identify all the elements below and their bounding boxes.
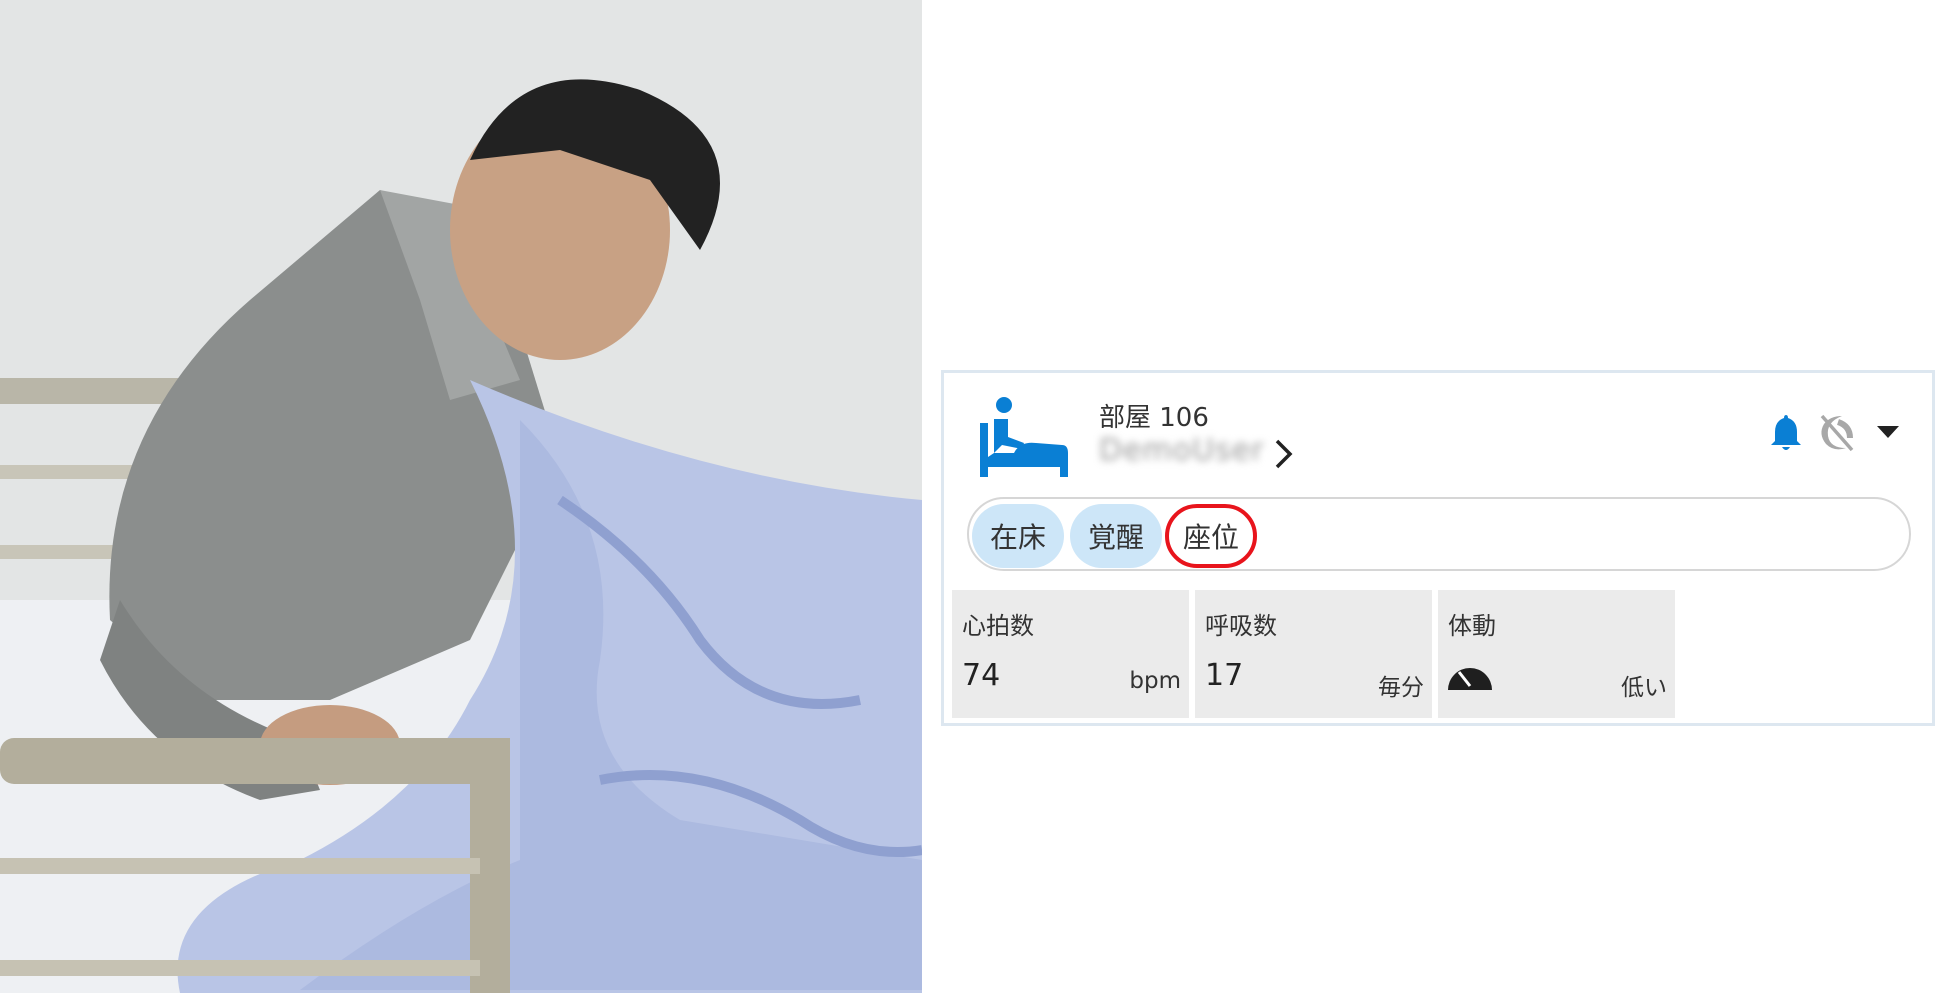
metric-heart-rate: 心拍数 74 bpm [952,590,1189,718]
metric-unit: 低い [1621,675,1667,701]
status-chip-label: 覚醒 [1087,521,1144,554]
status-chip-in-bed: 在床 [972,504,1064,568]
room-label: 部屋 106 [1099,403,1209,433]
card-header: 部屋 106 DemoUser [944,373,1932,491]
status-chip-bar: 在床 覚醒 座位 [967,497,1911,571]
metric-unit: bpm [1129,668,1181,694]
status-chip-sitting: 座位 [1165,504,1257,568]
gauge-icon [1448,668,1492,690]
metric-body-movement: 体動 低い [1438,590,1675,718]
metric-label: 心拍数 [962,612,1034,640]
bell-icon[interactable] [1770,413,1802,453]
metric-label: 呼吸数 [1205,612,1277,640]
patient-photo [0,0,922,993]
person-in-bed-icon [980,397,1068,477]
patient-status-card: 部屋 106 DemoUser 在床 覚醒 座位 心拍数 74 bpm 呼吸数 … [941,370,1935,726]
user-name: DemoUser [1099,433,1265,468]
moon-off-icon[interactable] [1816,412,1856,452]
metric-label: 体動 [1448,612,1496,640]
metric-unit: 毎分 [1378,675,1424,701]
metric-value: 74 [962,658,1001,693]
status-chip-label: 在床 [989,521,1046,554]
status-chip-label: 座位 [1182,521,1239,554]
chevron-right-icon[interactable] [1272,437,1296,471]
metric-respiration: 呼吸数 17 毎分 [1195,590,1432,718]
status-chip-awake: 覚醒 [1070,504,1162,568]
metric-value: 17 [1205,658,1244,693]
caret-down-icon[interactable] [1876,425,1900,439]
